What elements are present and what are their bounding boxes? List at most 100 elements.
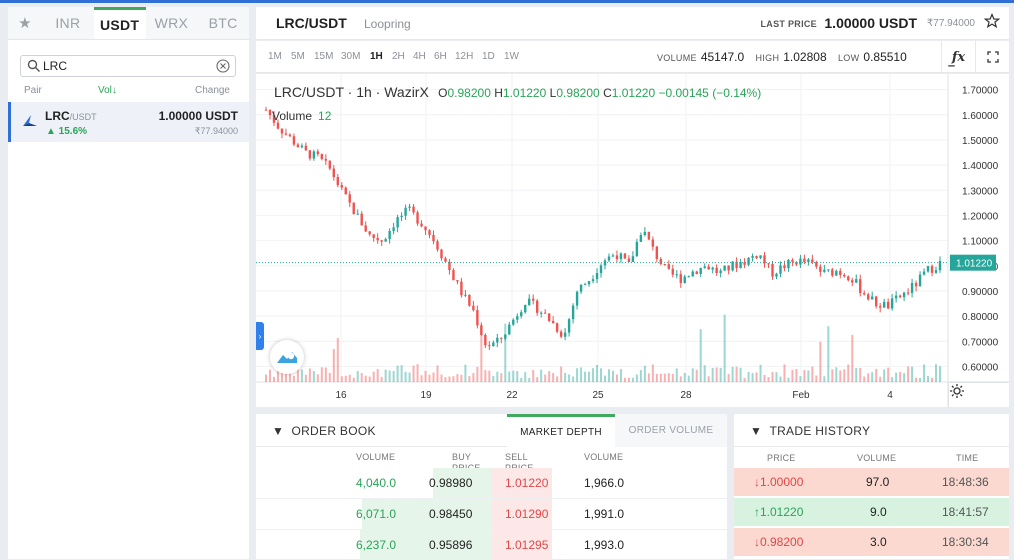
candle-body bbox=[360, 213, 363, 226]
col-pair[interactable]: Pair bbox=[24, 85, 42, 96]
search-input[interactable] bbox=[43, 57, 213, 75]
candle-body bbox=[635, 241, 639, 257]
candle-body bbox=[655, 246, 659, 259]
timeframe-1h[interactable]: 1H bbox=[370, 51, 383, 62]
candle-body bbox=[440, 249, 443, 259]
candle-body bbox=[344, 187, 347, 195]
timeframe-1m[interactable]: 1M bbox=[268, 51, 282, 62]
order-book-row[interactable]: 4,040.0 0.98980 1.01220 1,966.0 bbox=[256, 468, 727, 498]
volume-bar bbox=[464, 364, 467, 382]
trade-row[interactable]: ↓1.00000 97.0 18:48:36 bbox=[734, 468, 1009, 496]
chart-settings-button[interactable] bbox=[948, 382, 1009, 407]
tab-usdt[interactable]: USDT bbox=[93, 7, 146, 39]
volume-bar bbox=[340, 376, 343, 382]
volume-bar bbox=[320, 367, 323, 382]
candle-body bbox=[835, 270, 838, 276]
order-book-title[interactable]: ▼ ORDER BOOK bbox=[272, 424, 376, 438]
volume-bar bbox=[372, 371, 375, 382]
candle-body bbox=[324, 158, 328, 161]
volume-bar bbox=[867, 373, 870, 382]
price-chart[interactable]: 1.70000 1.60000 1.50000 1.40000 1.30000 1.200… bbox=[256, 74, 1009, 407]
candle-body bbox=[894, 295, 898, 299]
timeframe-1d[interactable]: 1D bbox=[482, 51, 495, 62]
last-price: 1.00000 USDT bbox=[824, 15, 917, 31]
candle-body bbox=[631, 256, 635, 263]
timeframe-1w[interactable]: 1W bbox=[504, 51, 519, 62]
candle-body bbox=[424, 226, 427, 231]
candle-body bbox=[492, 342, 495, 347]
volume-bar bbox=[336, 338, 339, 382]
volume-bar bbox=[607, 369, 610, 382]
candle-body bbox=[898, 295, 902, 298]
order-book-row[interactable]: 6,071.0 0.98450 1.01290 1,991.0 bbox=[256, 499, 727, 529]
col-sell-volume: VOLUME bbox=[584, 452, 624, 462]
indicators-fx-button[interactable]: f̲x bbox=[941, 41, 975, 73]
volume-bar bbox=[859, 367, 862, 382]
timeframe-2h[interactable]: 2H bbox=[392, 51, 405, 62]
fullscreen-icon bbox=[986, 51, 999, 63]
candle-body bbox=[543, 312, 547, 314]
candle-body bbox=[284, 133, 288, 135]
trade-time: 18:48:36 bbox=[942, 475, 989, 489]
candle-body bbox=[679, 274, 682, 283]
favorites-star-icon[interactable]: ★ bbox=[8, 7, 42, 39]
candle-body bbox=[675, 274, 678, 276]
col-change[interactable]: Change bbox=[195, 85, 230, 96]
candle-body bbox=[276, 122, 280, 129]
candle-body bbox=[388, 230, 391, 240]
volume-bar bbox=[771, 371, 774, 382]
buy-price: 0.98450 bbox=[429, 507, 473, 521]
candle-body bbox=[340, 185, 343, 188]
tab-market-depth[interactable]: MARKET DEPTH bbox=[507, 414, 615, 447]
candle-body bbox=[396, 217, 399, 228]
y-tick-label: 1.20000 bbox=[962, 211, 999, 222]
candle-body bbox=[528, 298, 531, 306]
volume-bar bbox=[440, 374, 443, 382]
order-book-row[interactable]: 6,237.0 0.95896 1.01295 1,993.0 bbox=[256, 530, 727, 560]
volume-bar bbox=[392, 371, 395, 382]
timeframe-12h[interactable]: 12H bbox=[455, 51, 473, 62]
timeframe-6h[interactable]: 6H bbox=[434, 51, 447, 62]
col-vol[interactable]: Vol↓ bbox=[98, 85, 117, 96]
tab-inr[interactable]: INR bbox=[42, 7, 94, 39]
buy-price: 0.98980 bbox=[429, 476, 473, 490]
timeframe-5m[interactable]: 5M bbox=[291, 51, 305, 62]
chart-legend: LRC/USDT · 1h · WazirX O0.98200 H1.01220… bbox=[274, 84, 761, 100]
col-price: PRICE bbox=[767, 453, 796, 463]
tab-order-volume[interactable]: ORDER VOLUME bbox=[615, 414, 727, 447]
tab-btc[interactable]: BTC bbox=[197, 7, 249, 39]
timeframe-15m[interactable]: 15M bbox=[314, 51, 333, 62]
candle-body bbox=[803, 258, 806, 263]
volume-bar bbox=[923, 364, 926, 382]
timeframe-30m[interactable]: 30M bbox=[341, 51, 360, 62]
candle-body bbox=[280, 128, 284, 134]
candle-body bbox=[472, 305, 475, 311]
clear-search-icon[interactable] bbox=[216, 59, 230, 73]
tab-wrx[interactable]: WRX bbox=[146, 7, 198, 39]
candle-body bbox=[699, 267, 702, 274]
trade-row[interactable]: ↑1.01220 9.0 18:41:57 bbox=[734, 498, 1009, 526]
market-row-lrc[interactable]: LRC/USDT ▲ 15.6% 1.00000 USDT ₹77.94000 bbox=[8, 102, 249, 142]
volume-bar bbox=[308, 368, 311, 382]
favorite-star-icon[interactable] bbox=[984, 13, 1000, 29]
candle-body bbox=[651, 239, 655, 247]
candle-body bbox=[444, 258, 447, 262]
volume-bar bbox=[899, 372, 902, 382]
trade-history-title[interactable]: ▼ TRADE HISTORY bbox=[750, 424, 870, 438]
trade-row[interactable]: ↓0.98200 3.0 18:30:34 bbox=[734, 528, 1009, 556]
volume-bar bbox=[615, 374, 618, 382]
buy-volume: 6,237.0 bbox=[356, 538, 397, 552]
candle-body bbox=[583, 284, 587, 286]
volume-bar bbox=[823, 376, 826, 382]
volume-bar bbox=[388, 370, 391, 382]
volume-bar bbox=[344, 375, 347, 382]
timeframe-4h[interactable]: 4H bbox=[413, 51, 426, 62]
collapse-panel-button[interactable]: › bbox=[256, 322, 264, 350]
candle-body bbox=[520, 312, 523, 317]
fullscreen-button[interactable] bbox=[975, 41, 1009, 73]
volume-bar bbox=[324, 367, 327, 382]
volume-bar bbox=[408, 372, 411, 382]
volume-bar bbox=[627, 377, 630, 382]
volume-bar bbox=[651, 364, 654, 382]
tradingview-logo[interactable] bbox=[270, 340, 304, 374]
